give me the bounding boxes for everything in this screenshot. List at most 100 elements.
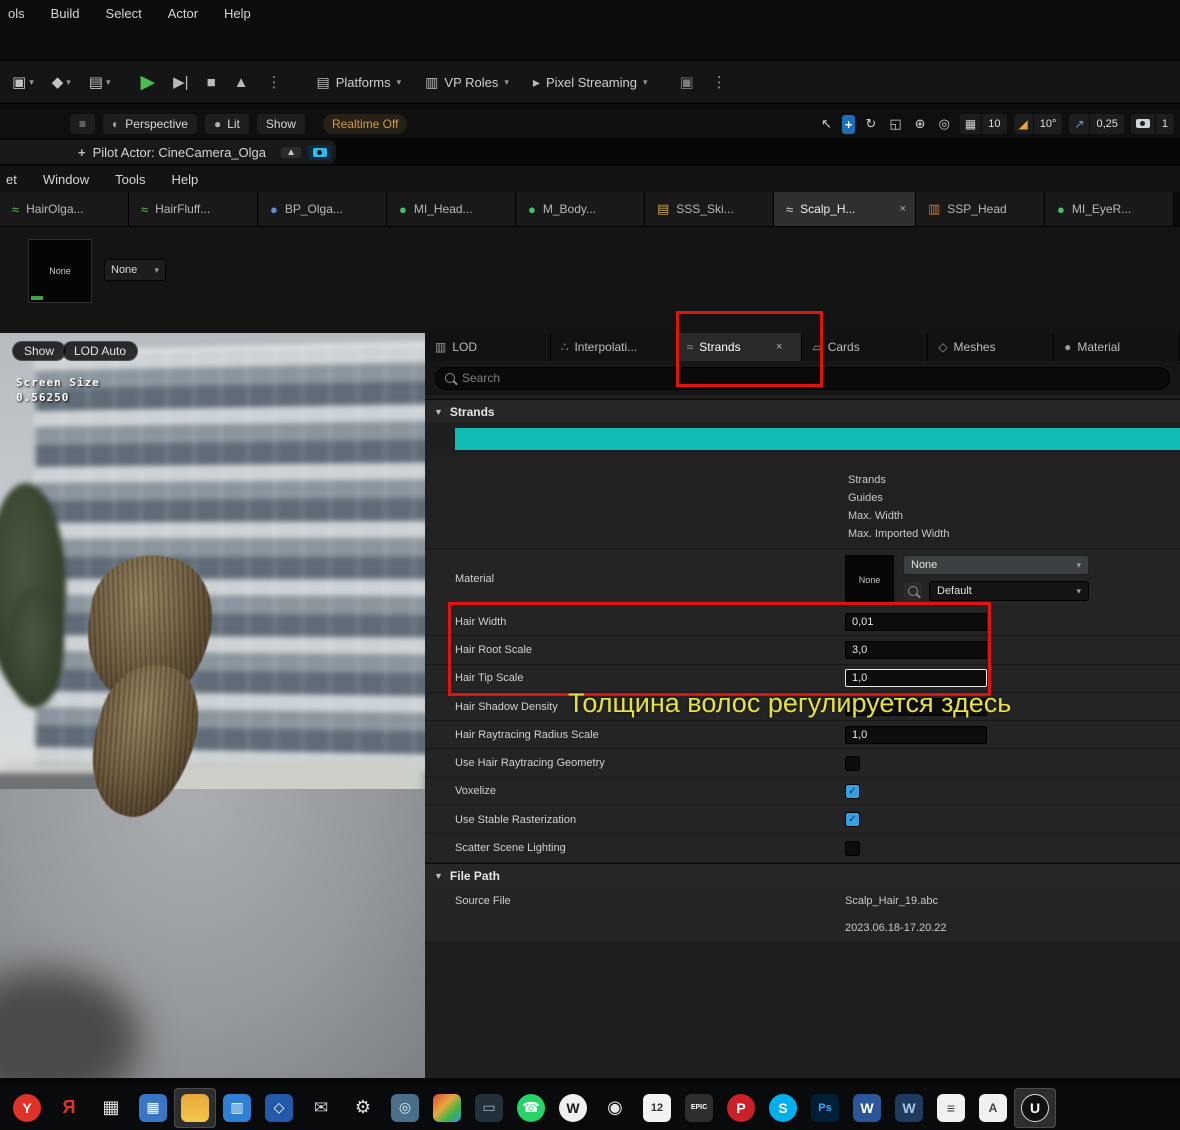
- menu-item[interactable]: Help: [224, 6, 251, 21]
- asset-tab[interactable]: ≈HairFluff...: [129, 192, 258, 226]
- property-input[interactable]: 3,0: [845, 641, 987, 659]
- close-icon[interactable]: ×: [900, 203, 906, 215]
- rotate-tool-icon[interactable]: ↻: [862, 114, 879, 134]
- details-tab-material[interactable]: ●Material: [1054, 333, 1180, 361]
- details-tab-strands[interactable]: ≈Strands×: [677, 333, 803, 361]
- select-tool-icon[interactable]: ↖: [818, 114, 835, 134]
- menu-item[interactable]: Window: [43, 172, 89, 187]
- menu-item[interactable]: Tools: [115, 172, 145, 187]
- property-checkbox[interactable]: [845, 841, 860, 856]
- asset-thumbnail[interactable]: None: [28, 239, 92, 303]
- material-slot-dropdown[interactable]: Default ▾: [929, 581, 1089, 601]
- material-none-dropdown[interactable]: None ▾: [903, 555, 1089, 575]
- taskbar-settings[interactable]: ⚙: [342, 1088, 384, 1128]
- property-input[interactable]: 1,0: [845, 726, 987, 744]
- vp-roles-dropdown[interactable]: ▥ VP Roles ▾: [417, 70, 517, 95]
- strands-section-header[interactable]: ▼ Strands: [425, 399, 1180, 423]
- asset-tab[interactable]: ●MI_Head...: [387, 192, 516, 226]
- stop-button[interactable]: ■: [203, 71, 220, 94]
- details-tab-interpolati[interactable]: ∴Interpolati...: [551, 333, 677, 361]
- taskbar-unreal-engine[interactable]: U: [1014, 1088, 1056, 1128]
- taskbar-remote-desktop[interactable]: ▭: [468, 1088, 510, 1128]
- material-browse-button[interactable]: [904, 582, 922, 600]
- play-options-menu[interactable]: ⋮: [263, 73, 287, 91]
- property-input[interactable]: 1,0: [845, 669, 987, 687]
- taskbar-mail-app[interactable]: ✉: [300, 1088, 342, 1128]
- frame-skip-button[interactable]: ▶|: [169, 70, 192, 94]
- menu-item[interactable]: Actor: [168, 6, 198, 21]
- world-space-icon[interactable]: ⊕: [912, 114, 929, 134]
- asset-tab[interactable]: ▤SSS_Ski...: [645, 192, 774, 226]
- details-tab-meshes[interactable]: ◇Meshes: [928, 333, 1054, 361]
- taskbar-start-menu[interactable]: ▦: [90, 1088, 132, 1128]
- camera-speed-control[interactable]: 1: [1131, 114, 1174, 134]
- toolbar-options-menu[interactable]: ⋮: [708, 73, 732, 91]
- taskbar-file-explorer[interactable]: [174, 1088, 216, 1128]
- menu-item[interactable]: ols: [8, 6, 25, 21]
- viewport-panel[interactable]: Show LOD Auto Screen Size 0.56250: [0, 333, 427, 1078]
- taskbar-text-app[interactable]: A: [972, 1088, 1014, 1128]
- asset-tab[interactable]: ●M_Body...: [516, 192, 645, 226]
- viewport-lod-button[interactable]: LOD Auto: [62, 341, 138, 361]
- taskbar-epic-games[interactable]: EPIC: [678, 1088, 720, 1128]
- cinematics-button[interactable]: ▤▾: [85, 70, 115, 94]
- menu-item[interactable]: Help: [171, 172, 198, 187]
- grid-snap-control[interactable]: ▦ 10: [960, 114, 1007, 134]
- realtime-off-badge[interactable]: Realtime Off: [323, 114, 407, 134]
- show-dropdown[interactable]: Show: [257, 114, 305, 134]
- asset-none-dropdown[interactable]: None ▾: [104, 259, 166, 281]
- taskbar-photos-app[interactable]: ◇: [258, 1088, 300, 1128]
- details-tab-lod[interactable]: ▥LOD: [425, 333, 551, 361]
- taskbar-yandex-search[interactable]: Я: [48, 1088, 90, 1128]
- taskbar-wiki-app[interactable]: W: [552, 1088, 594, 1128]
- viewport-menu-button[interactable]: ≡: [70, 114, 95, 134]
- taskbar-device-app[interactable]: ◎: [384, 1088, 426, 1128]
- menu-item[interactable]: Build: [51, 6, 80, 21]
- viewport-canvas[interactable]: [0, 333, 425, 1078]
- taskbar-yandex-browser[interactable]: Y: [6, 1088, 48, 1128]
- viewport-show-button[interactable]: Show: [12, 341, 66, 361]
- menu-item[interactable]: Select: [106, 6, 142, 21]
- capture-button[interactable]: ▣: [676, 70, 698, 94]
- taskbar-word-alt[interactable]: W: [888, 1088, 930, 1128]
- taskbar-photoshop[interactable]: Ps: [804, 1088, 846, 1128]
- scale-tool-icon[interactable]: ◱: [886, 114, 904, 134]
- asset-tab[interactable]: ≈Scalp_H...×: [774, 192, 916, 226]
- taskbar-skype[interactable]: S: [762, 1088, 804, 1128]
- property-checkbox[interactable]: ✓: [845, 784, 860, 799]
- taskbar-calendar-app[interactable]: 12: [636, 1088, 678, 1128]
- lit-dropdown[interactable]: ● Lit: [205, 114, 249, 134]
- taskbar-notes-app[interactable]: ≡: [930, 1088, 972, 1128]
- property-checkbox[interactable]: ✓: [845, 812, 860, 827]
- play-button[interactable]: ▶: [137, 68, 160, 97]
- asset-tab[interactable]: ●MI_EyeR...: [1045, 192, 1174, 226]
- perspective-dropdown[interactable]: ◐ Perspective: [103, 114, 197, 134]
- search-input[interactable]: Search: [435, 367, 1170, 390]
- rotation-snap-control[interactable]: ◢ 10°: [1014, 114, 1063, 134]
- create-actor-button[interactable]: ▣▾: [8, 70, 38, 94]
- taskbar-whatsapp[interactable]: ☎: [510, 1088, 552, 1128]
- asset-tab[interactable]: ●BP_Olga...: [258, 192, 387, 226]
- blueprints-button[interactable]: ◆▾: [48, 70, 75, 94]
- asset-tab[interactable]: ▥SSP_Head: [916, 192, 1045, 226]
- material-thumbnail[interactable]: None: [845, 555, 894, 604]
- taskbar-camera-app[interactable]: ◉: [594, 1088, 636, 1128]
- stop-piloting-button[interactable]: ▲: [281, 147, 301, 158]
- taskbar-ms-store[interactable]: ▥: [216, 1088, 258, 1128]
- taskbar-calculator[interactable]: ▦: [132, 1088, 174, 1128]
- surface-snap-icon[interactable]: ◎: [936, 114, 953, 134]
- menu-item[interactable]: et: [6, 172, 17, 187]
- asset-tab[interactable]: ≈HairOlga...: [0, 192, 129, 226]
- taskbar-pinterest[interactable]: P: [720, 1088, 762, 1128]
- move-tool-icon[interactable]: +: [842, 115, 856, 134]
- scale-snap-control[interactable]: ↗ 0,25: [1069, 114, 1123, 134]
- file-path-section-header[interactable]: ▼ File Path: [425, 863, 1180, 887]
- taskbar-word[interactable]: W: [846, 1088, 888, 1128]
- platforms-dropdown[interactable]: ▤ Platforms ▾: [309, 70, 410, 95]
- taskbar-media-app[interactable]: [426, 1088, 468, 1128]
- details-tab-cards[interactable]: ▱Cards: [802, 333, 928, 361]
- eject-button[interactable]: ▲: [230, 71, 253, 94]
- property-checkbox[interactable]: [845, 756, 860, 771]
- camera-view-toggle[interactable]: [308, 145, 332, 160]
- pixel-streaming-dropdown[interactable]: ▸ Pixel Streaming ▾: [525, 70, 656, 95]
